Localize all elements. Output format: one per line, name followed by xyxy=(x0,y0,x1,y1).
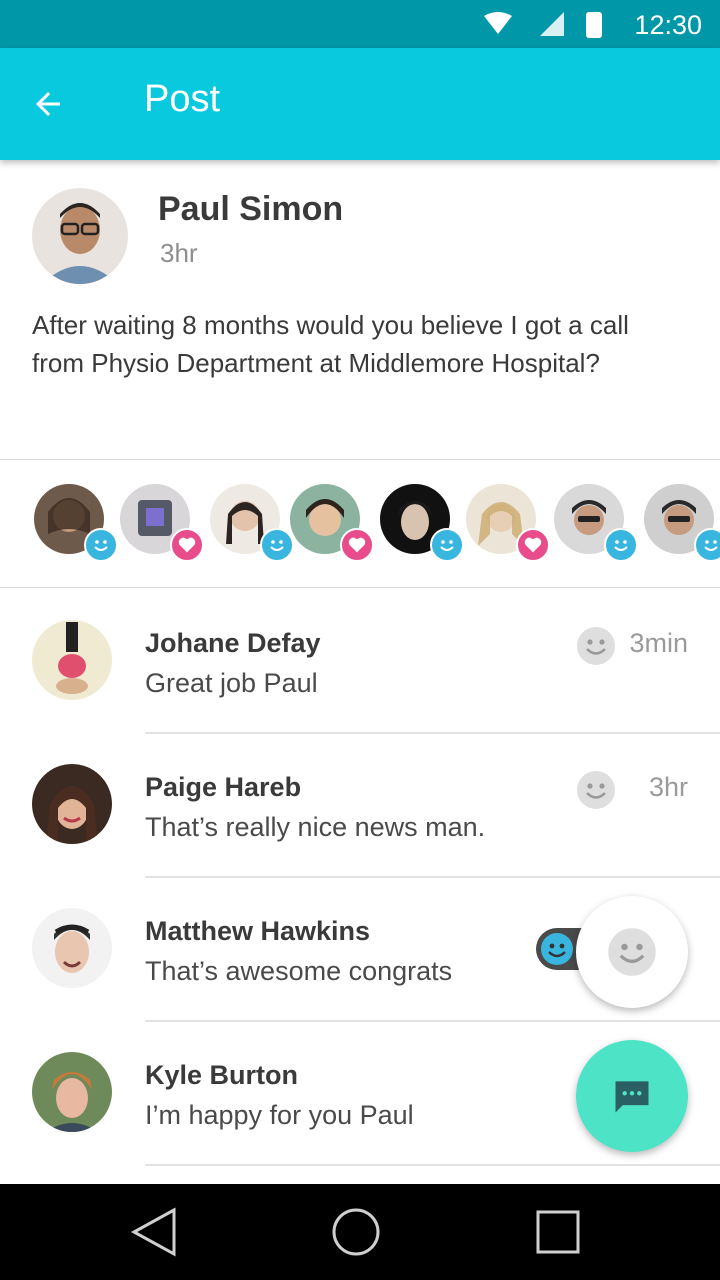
smile-badge-icon xyxy=(430,528,464,562)
post-author[interactable]: Paul Simon xyxy=(158,190,343,229)
react-fab-button[interactable] xyxy=(576,896,688,1008)
reactor-avatar[interactable] xyxy=(120,484,204,562)
comment-time: 3hr xyxy=(648,772,688,802)
comment-item[interactable]: Johane Defay Great job Paul 3min xyxy=(0,590,720,734)
smile-icon[interactable] xyxy=(576,770,616,810)
back-button[interactable] xyxy=(22,78,74,130)
avatar[interactable] xyxy=(32,908,112,988)
avatar[interactable] xyxy=(32,764,112,844)
nav-home-button[interactable] xyxy=(328,1204,384,1260)
smile-icon xyxy=(541,933,573,965)
reactor-avatar[interactable] xyxy=(466,484,550,562)
comment-author[interactable]: Matthew Hawkins xyxy=(145,916,370,947)
arrow-back-icon xyxy=(36,92,60,116)
comment-fab-button[interactable] xyxy=(576,1040,688,1152)
comment-author[interactable]: Kyle Burton xyxy=(145,1060,298,1091)
reactor-avatar[interactable] xyxy=(210,484,294,562)
smile-icon xyxy=(608,928,656,976)
recents-square-icon xyxy=(536,1210,580,1254)
reactions-row xyxy=(0,460,720,588)
comment-text: I’m happy for you Paul xyxy=(145,1100,414,1130)
comment-text: That’s really nice news man. xyxy=(145,812,486,842)
smile-badge-icon xyxy=(604,528,638,562)
heart-badge-icon xyxy=(340,528,374,562)
heart-badge-icon xyxy=(170,528,204,562)
divider xyxy=(145,1164,720,1166)
page-title: Post xyxy=(144,78,221,120)
chat-bubble-icon xyxy=(615,1081,649,1113)
signal-icon xyxy=(540,12,564,36)
back-triangle-icon xyxy=(130,1207,176,1257)
nav-back-button[interactable] xyxy=(126,1204,182,1260)
reactor-avatar[interactable] xyxy=(380,484,464,562)
smile-icon[interactable] xyxy=(576,626,616,666)
avatar[interactable] xyxy=(32,188,128,284)
reactor-avatar[interactable] xyxy=(34,484,118,562)
nav-recents-button[interactable] xyxy=(530,1204,586,1260)
status-time: 12:30 xyxy=(634,10,702,40)
reactor-avatar[interactable] xyxy=(290,484,374,562)
reactor-avatar[interactable] xyxy=(644,484,720,562)
comment-text: Great job Paul xyxy=(145,668,318,698)
comment-author[interactable]: Johane Defay xyxy=(145,628,321,659)
smile-badge-icon xyxy=(694,528,720,562)
smile-badge-icon xyxy=(260,528,294,562)
comment-text: That’s awesome congrats xyxy=(145,956,453,986)
avatar[interactable] xyxy=(32,1052,112,1132)
post-time: 3hr xyxy=(160,238,198,268)
avatar[interactable] xyxy=(32,620,112,700)
comment-item[interactable]: Paige Hareb That’s really nice news man.… xyxy=(0,734,720,878)
comment-author[interactable]: Paige Hareb xyxy=(145,772,301,803)
battery-icon xyxy=(586,12,602,38)
comment-time: 3min xyxy=(629,628,688,658)
post-card: Paul Simon 3hr After waiting 8 months wo… xyxy=(0,160,720,460)
status-bar: 12:30 xyxy=(0,0,720,48)
system-nav-bar xyxy=(0,1184,720,1280)
home-circle-icon xyxy=(332,1208,380,1256)
post-text: After waiting 8 months would you believe… xyxy=(32,310,629,378)
post-content: Paul Simon 3hr After waiting 8 months wo… xyxy=(0,160,720,1184)
wifi-icon xyxy=(484,12,512,34)
heart-badge-icon xyxy=(516,528,550,562)
status-icons xyxy=(484,12,602,38)
app-bar: Post xyxy=(0,48,720,160)
smile-badge-icon xyxy=(84,528,118,562)
reactor-avatar[interactable] xyxy=(554,484,638,562)
